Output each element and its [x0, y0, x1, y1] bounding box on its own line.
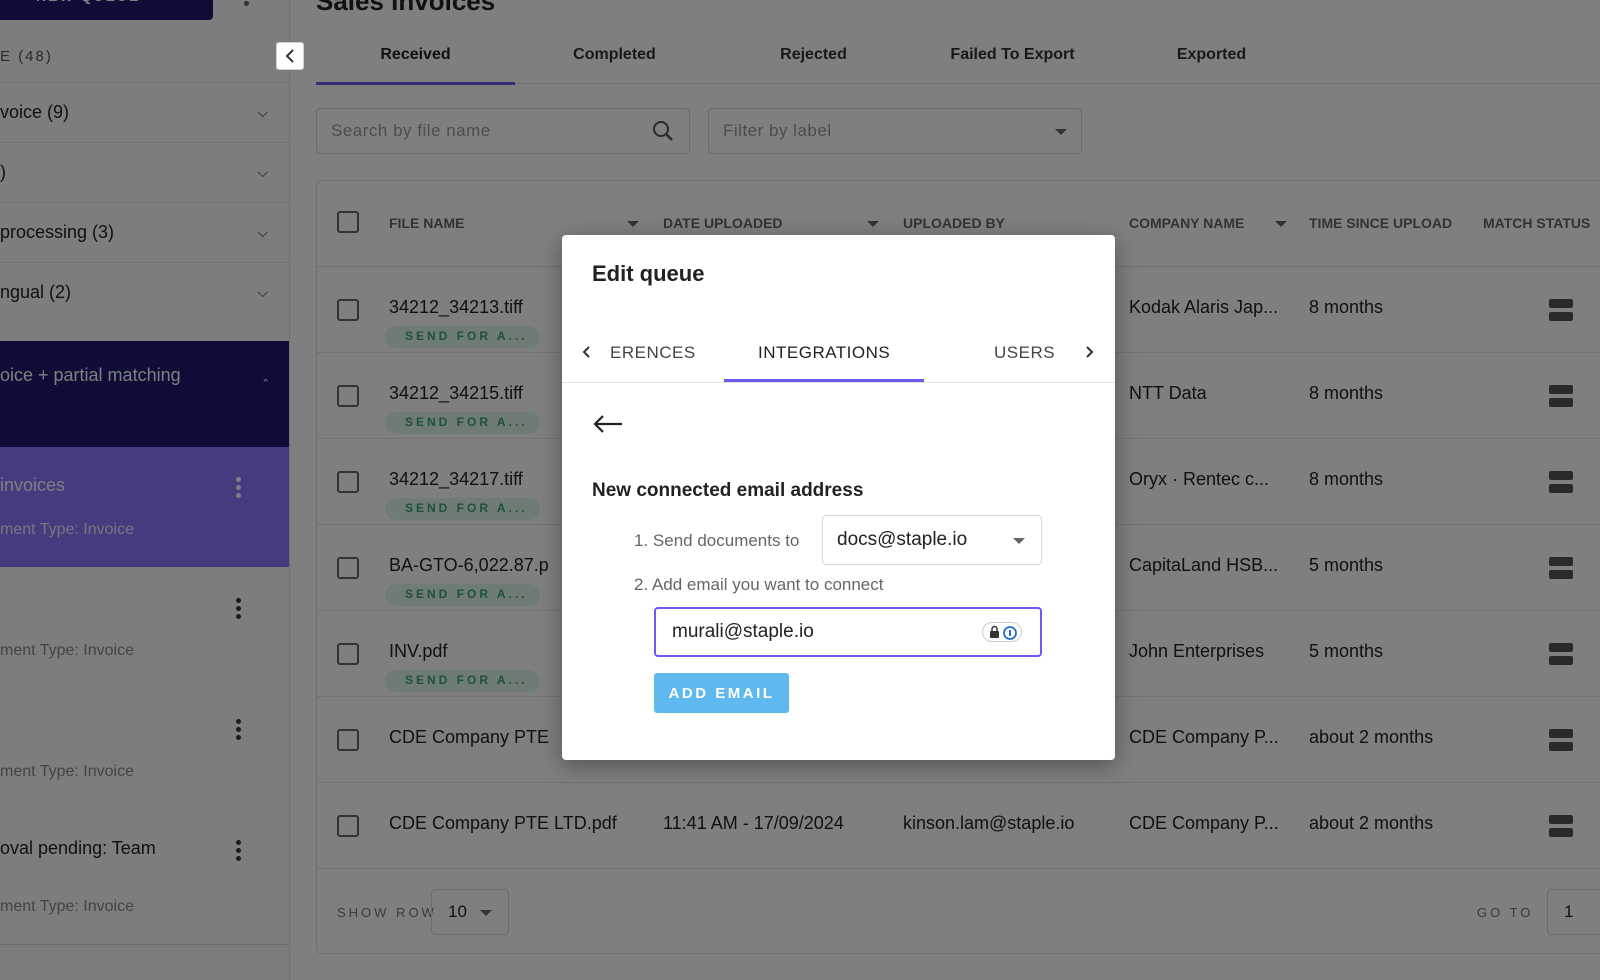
tab-users[interactable]: USERS [994, 343, 1055, 363]
send-to-email-value: docs@staple.io [837, 529, 968, 550]
back-arrow-icon[interactable] [592, 413, 624, 435]
tab-integrations[interactable]: INTEGRATIONS [758, 343, 890, 363]
password-manager-icon[interactable] [982, 622, 1022, 642]
chevron-right-icon[interactable] [1082, 345, 1096, 359]
lock-icon [990, 625, 1017, 640]
tab-preferences[interactable]: ERENCES [610, 343, 696, 363]
step-2-label: 2. Add email you want to connect [634, 575, 884, 594]
caret-down-icon [1013, 538, 1025, 544]
dialog-title: Edit queue [592, 261, 705, 286]
section-title: New connected email address [592, 480, 864, 501]
send-to-email-select[interactable]: docs@staple.io [822, 515, 1042, 565]
dialog-tabs: ERENCES INTEGRATIONS USERS [562, 327, 1115, 383]
collapse-sidebar-button[interactable] [276, 42, 304, 70]
step-1-label: 1. Send documents to [634, 531, 800, 550]
add-email-button[interactable]: ADD EMAIL [654, 673, 789, 713]
chevron-left-icon [285, 49, 294, 63]
edit-queue-dialog: Edit queue ERENCES INTEGRATIONS USERS Ne… [562, 235, 1115, 760]
active-tab-indicator [724, 379, 924, 382]
chevron-left-icon[interactable] [580, 345, 594, 359]
